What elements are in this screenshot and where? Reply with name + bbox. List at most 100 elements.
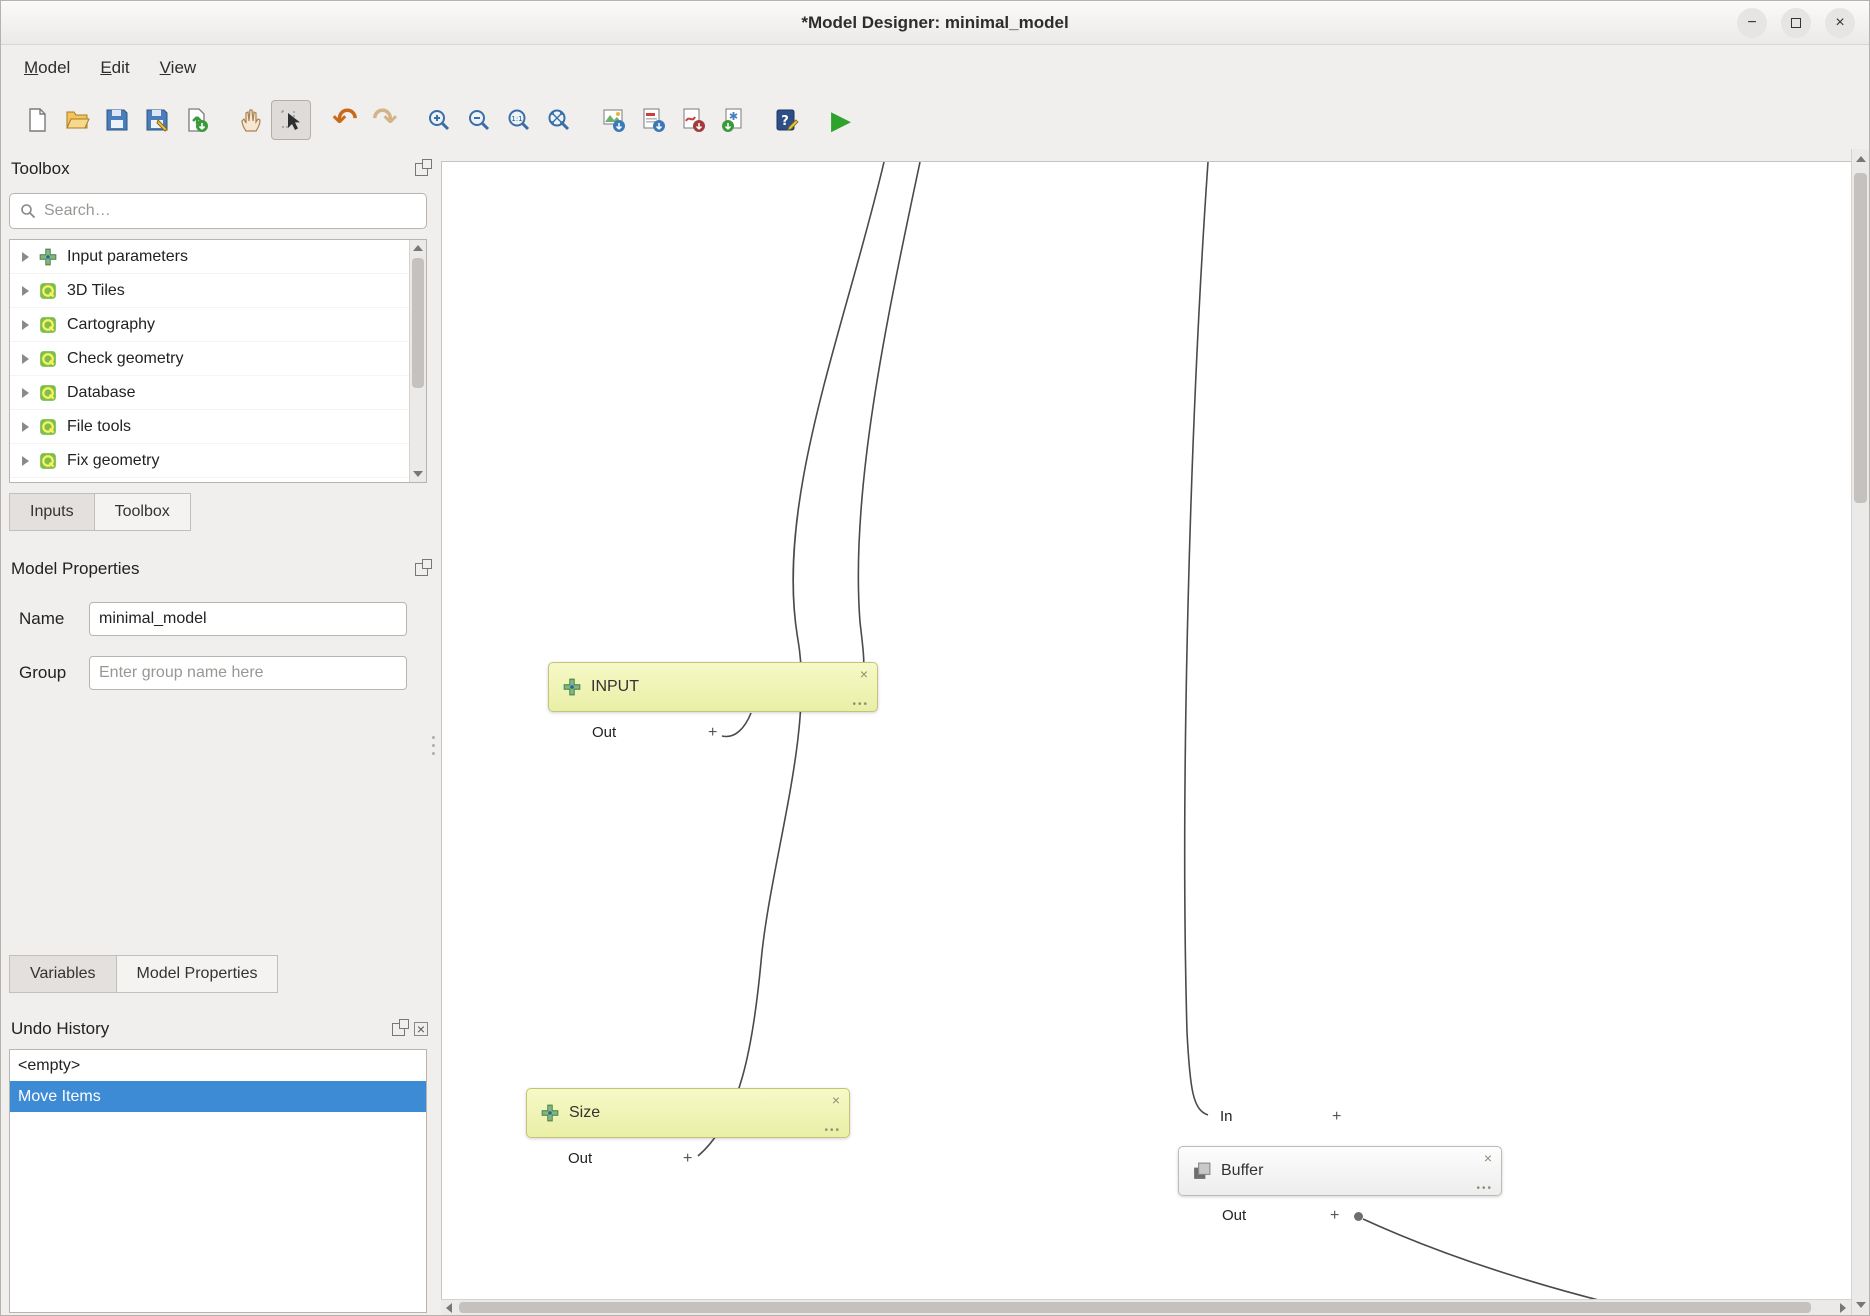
toolbox-title: Toolbox bbox=[11, 159, 70, 179]
save-in-project-icon bbox=[184, 107, 210, 133]
tree-scrollbar[interactable] bbox=[409, 240, 426, 482]
buffer-out-socket[interactable]: + bbox=[1330, 1208, 1339, 1224]
zoom-full-button[interactable] bbox=[539, 100, 579, 140]
redo-icon: ↷ bbox=[372, 105, 397, 135]
undo-item-empty[interactable]: <empty> bbox=[10, 1050, 426, 1081]
close-panel-icon[interactable]: × bbox=[414, 1022, 428, 1036]
undo-history-title: Undo History bbox=[11, 1019, 109, 1039]
float-panel-icon[interactable] bbox=[392, 1023, 405, 1036]
export-script-button[interactable] bbox=[713, 100, 753, 140]
menu-view[interactable]: View bbox=[145, 50, 212, 86]
zoom-in-button[interactable] bbox=[419, 100, 459, 140]
scroll-thumb[interactable] bbox=[459, 1302, 1811, 1313]
canvas-horizontal-scrollbar[interactable] bbox=[441, 1299, 1851, 1315]
zoom-actual-button[interactable]: 1:1 bbox=[499, 100, 539, 140]
scroll-right-icon[interactable] bbox=[1835, 1300, 1851, 1315]
canvas-vertical-scrollbar[interactable] bbox=[1851, 149, 1869, 1315]
model-group-field[interactable] bbox=[89, 656, 407, 690]
tree-item-check-geometry[interactable]: Check geometry bbox=[10, 342, 426, 376]
model-name-field[interactable] bbox=[89, 602, 407, 636]
qgis-icon bbox=[39, 418, 57, 436]
undo-item-move-items[interactable]: Move Items bbox=[10, 1081, 426, 1112]
redo-button[interactable]: ↷ bbox=[365, 100, 405, 140]
model-canvas[interactable]: INPUT × ••• Out + Size × ••• Out + In + … bbox=[441, 161, 1853, 1303]
toolbox-panel-header: Toolbox bbox=[11, 155, 428, 183]
search-input[interactable] bbox=[44, 202, 416, 220]
edit-model-help-button[interactable]: ? bbox=[767, 100, 807, 140]
buffer-out-port-dot[interactable] bbox=[1354, 1212, 1363, 1221]
float-panel-icon[interactable] bbox=[415, 163, 428, 176]
scroll-up-icon[interactable] bbox=[410, 240, 426, 256]
scroll-down-icon[interactable] bbox=[410, 466, 426, 482]
input-out-socket[interactable]: + bbox=[708, 725, 717, 741]
tab-model-properties[interactable]: Model Properties bbox=[117, 955, 279, 993]
qgis-icon bbox=[39, 384, 57, 402]
node-title: Size bbox=[569, 1104, 600, 1122]
menu-edit[interactable]: Edit bbox=[85, 50, 144, 86]
undo-history-header: Undo History × bbox=[11, 1015, 428, 1043]
save-model-button[interactable] bbox=[97, 100, 137, 140]
new-model-button[interactable] bbox=[17, 100, 57, 140]
menu-model[interactable]: Model bbox=[9, 50, 85, 86]
name-row: Name bbox=[1, 601, 407, 637]
edit-node-icon[interactable]: ••• bbox=[1476, 1183, 1493, 1194]
close-icon[interactable]: × bbox=[1825, 8, 1855, 38]
select-tool-button[interactable] bbox=[271, 100, 311, 140]
scroll-up-icon[interactable] bbox=[1852, 151, 1869, 167]
buffer-in-socket[interactable]: + bbox=[1332, 1109, 1341, 1125]
tab-variables[interactable]: Variables bbox=[9, 955, 117, 993]
input-parameter-icon bbox=[541, 1104, 559, 1122]
tree-item-database[interactable]: Database bbox=[10, 376, 426, 410]
tree-item-label: Input parameters bbox=[67, 248, 188, 266]
export-pdf-button[interactable] bbox=[633, 100, 673, 140]
float-panel-icon[interactable] bbox=[415, 563, 428, 576]
model-properties-title: Model Properties bbox=[11, 559, 140, 579]
expand-caret-icon[interactable] bbox=[22, 456, 29, 466]
expand-caret-icon[interactable] bbox=[22, 422, 29, 432]
edit-node-icon[interactable]: ••• bbox=[852, 699, 869, 710]
export-svg-button[interactable] bbox=[673, 100, 713, 140]
delete-node-icon[interactable]: × bbox=[1484, 1150, 1492, 1166]
maximize-icon[interactable] bbox=[1781, 8, 1811, 38]
scroll-down-icon[interactable] bbox=[1852, 1297, 1869, 1313]
scroll-thumb[interactable] bbox=[1854, 173, 1867, 503]
scroll-left-icon[interactable] bbox=[441, 1300, 457, 1315]
expand-caret-icon[interactable] bbox=[22, 388, 29, 398]
expand-caret-icon[interactable] bbox=[22, 320, 29, 330]
tab-toolbox[interactable]: Toolbox bbox=[95, 493, 191, 531]
node-buffer[interactable]: Buffer × ••• bbox=[1178, 1146, 1502, 1196]
save-as-icon bbox=[144, 107, 170, 133]
save-model-in-project-button[interactable] bbox=[177, 100, 217, 140]
search-icon bbox=[20, 203, 36, 219]
size-out-socket[interactable]: + bbox=[683, 1151, 692, 1167]
pan-hand-icon bbox=[238, 107, 264, 133]
edit-node-icon[interactable]: ••• bbox=[824, 1125, 841, 1136]
tree-item-input-parameters[interactable]: Input parameters bbox=[10, 240, 426, 274]
toolbox-search[interactable] bbox=[9, 193, 427, 229]
pan-tool-button[interactable] bbox=[231, 100, 271, 140]
tree-item-3d-tiles[interactable]: 3D Tiles bbox=[10, 274, 426, 308]
dock-splitter-handle[interactable] bbox=[431, 736, 436, 770]
size-out-label: Out bbox=[568, 1150, 592, 1167]
delete-node-icon[interactable]: × bbox=[860, 666, 868, 682]
tab-inputs[interactable]: Inputs bbox=[9, 493, 95, 531]
tree-item-cartography[interactable]: Cartography bbox=[10, 308, 426, 342]
expand-caret-icon[interactable] bbox=[22, 252, 29, 262]
delete-node-icon[interactable]: × bbox=[832, 1092, 840, 1108]
select-arrow-icon bbox=[278, 107, 304, 133]
expand-caret-icon[interactable] bbox=[22, 286, 29, 296]
new-file-icon bbox=[24, 107, 50, 133]
save-model-as-button[interactable] bbox=[137, 100, 177, 140]
minimize-icon[interactable]: − bbox=[1737, 8, 1767, 38]
scroll-thumb[interactable] bbox=[412, 258, 424, 388]
expand-caret-icon[interactable] bbox=[22, 354, 29, 364]
run-model-button[interactable]: ▶ bbox=[821, 100, 861, 140]
zoom-out-button[interactable] bbox=[459, 100, 499, 140]
node-input[interactable]: INPUT × ••• bbox=[548, 662, 878, 712]
open-model-button[interactable] bbox=[57, 100, 97, 140]
node-size[interactable]: Size × ••• bbox=[526, 1088, 850, 1138]
export-image-button[interactable] bbox=[593, 100, 633, 140]
undo-button[interactable]: ↶ bbox=[325, 100, 365, 140]
tree-item-file-tools[interactable]: File tools bbox=[10, 410, 426, 444]
tree-item-fix-geometry[interactable]: Fix geometry bbox=[10, 444, 426, 478]
